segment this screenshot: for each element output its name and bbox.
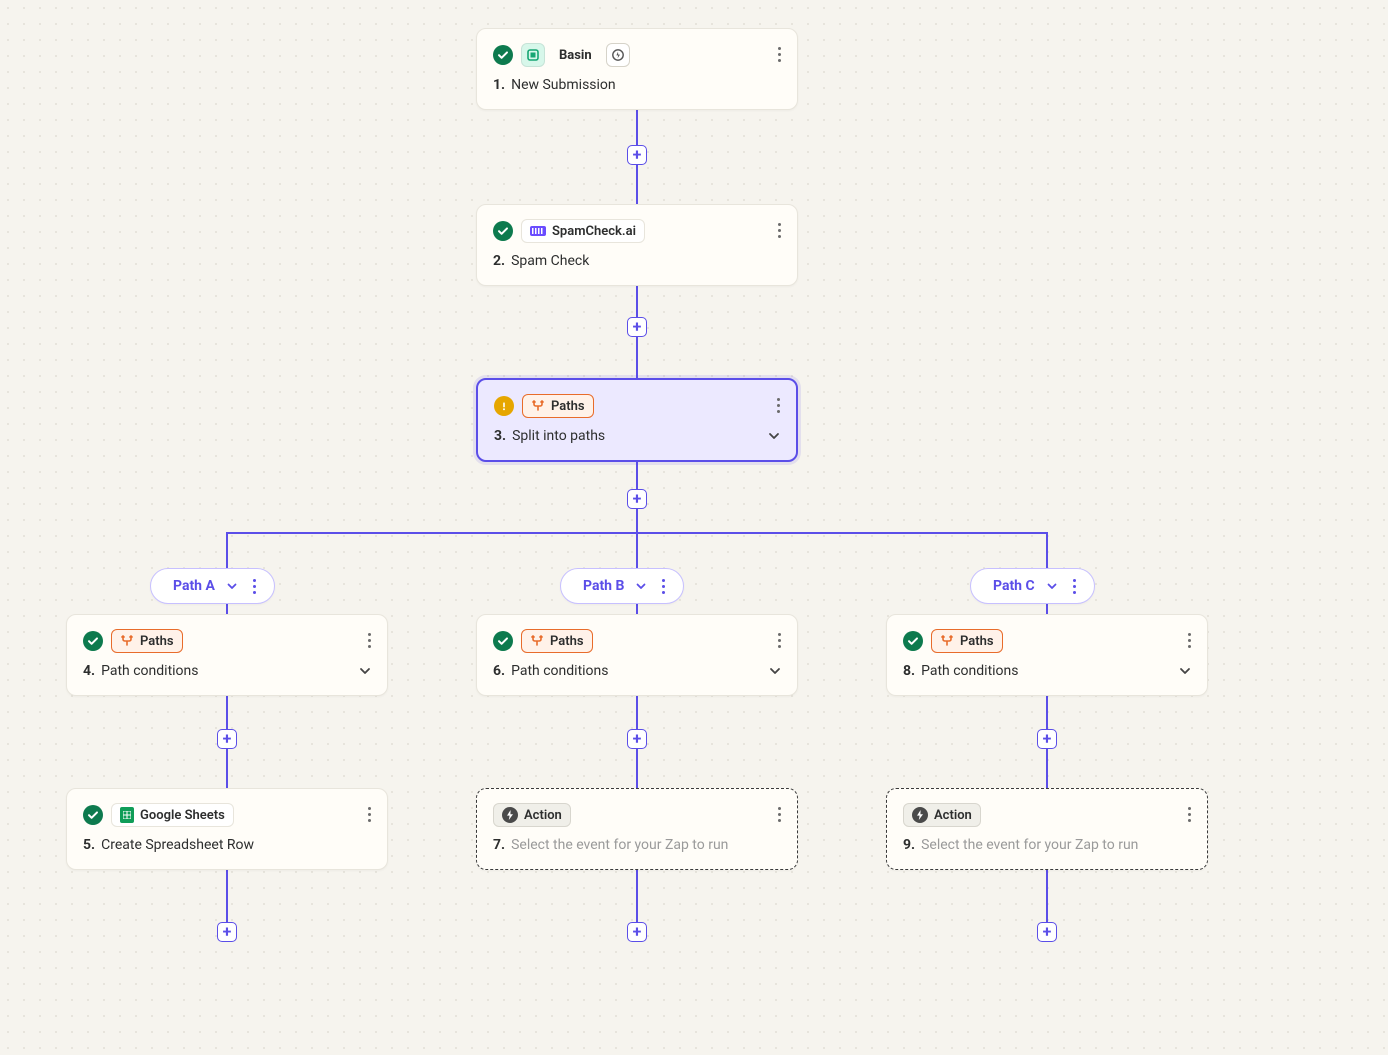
path-label: Path C [993, 578, 1035, 594]
step-title: New Submission [511, 77, 616, 93]
step-number: 3. [494, 428, 506, 444]
chevron-down-icon[interactable] [225, 579, 239, 593]
status-ok-icon [83, 805, 103, 825]
step-card-7-empty[interactable]: Action 7. Select the event for your Zap t… [476, 788, 798, 870]
step-number: 4. [83, 663, 95, 679]
paths-chip: Paths [521, 629, 593, 653]
chevron-down-icon[interactable] [1177, 663, 1193, 679]
add-step-button[interactable]: + [627, 145, 647, 165]
chevron-down-icon[interactable] [766, 428, 782, 444]
path-label: Path B [583, 578, 624, 594]
step-title: Spam Check [511, 253, 589, 269]
step-number: 6. [493, 663, 505, 679]
step-number: 2. [493, 253, 505, 269]
step-number: 5. [83, 837, 95, 853]
chevron-down-icon[interactable] [1045, 579, 1059, 593]
paths-icon [530, 634, 544, 648]
step-title: Path conditions [101, 663, 198, 679]
paths-icon [531, 399, 545, 413]
paths-icon [940, 634, 954, 648]
action-chip: Action [493, 803, 571, 827]
path-pill-a[interactable]: Path A [150, 568, 275, 604]
add-step-button[interactable]: + [627, 317, 647, 337]
path-pill-c[interactable]: Path C [970, 568, 1095, 604]
step-placeholder: Select the event for your Zap to run [921, 837, 1138, 853]
step-card-2[interactable]: SpamCheck.ai 2. Spam Check [476, 204, 798, 286]
step-title: Create Spreadsheet Row [101, 837, 254, 853]
connector [636, 532, 638, 570]
step-number: 8. [903, 663, 915, 679]
add-step-button[interactable]: + [627, 489, 647, 509]
step-card-1[interactable]: Basin 1. New Submission [476, 28, 798, 110]
step-menu-button[interactable] [773, 394, 784, 417]
connector [226, 604, 228, 614]
status-warning-icon [494, 396, 514, 416]
step-menu-button[interactable] [774, 803, 785, 826]
chevron-down-icon[interactable] [767, 663, 783, 679]
status-ok-icon [83, 631, 103, 651]
add-step-button[interactable]: + [627, 729, 647, 749]
step-menu-button[interactable] [364, 629, 375, 652]
status-ok-icon [493, 631, 513, 651]
step-card-6[interactable]: Paths 6. Path conditions [476, 614, 798, 696]
step-card-4[interactable]: Paths 4. Path conditions [66, 614, 388, 696]
trigger-icon [606, 43, 630, 67]
chevron-down-icon[interactable] [634, 579, 648, 593]
step-title: Path conditions [921, 663, 1018, 679]
add-step-button[interactable]: + [1037, 729, 1057, 749]
add-step-button[interactable]: + [217, 922, 237, 942]
step-title: Split into paths [512, 428, 605, 444]
action-chip: Action [903, 803, 981, 827]
step-title: Path conditions [511, 663, 608, 679]
connector [226, 532, 228, 570]
step-menu-button[interactable] [1184, 629, 1195, 652]
status-ok-icon [493, 221, 513, 241]
basin-app-icon [521, 43, 545, 67]
path-pill-b[interactable]: Path B [560, 568, 684, 604]
paths-icon [120, 634, 134, 648]
step-menu-button[interactable] [774, 219, 785, 242]
app-chip: Basin [553, 43, 598, 67]
app-chip: Google Sheets [111, 803, 234, 827]
path-menu-button[interactable] [658, 575, 669, 598]
step-menu-button[interactable] [774, 43, 785, 66]
paths-chip: Paths [522, 394, 594, 418]
path-menu-button[interactable] [249, 575, 260, 598]
add-step-button[interactable]: + [217, 729, 237, 749]
step-placeholder: Select the event for your Zap to run [511, 837, 728, 853]
step-card-9-empty[interactable]: Action 9. Select the event for your Zap t… [886, 788, 1208, 870]
step-menu-button[interactable] [1184, 803, 1195, 826]
step-card-8[interactable]: Paths 8. Path conditions [886, 614, 1208, 696]
add-step-button[interactable]: + [1037, 922, 1057, 942]
connector [1046, 604, 1048, 614]
step-card-3-selected[interactable]: Paths 3. Split into paths [476, 378, 798, 462]
path-menu-button[interactable] [1069, 575, 1080, 598]
path-label: Path A [173, 578, 215, 594]
app-chip: SpamCheck.ai [521, 219, 645, 243]
step-number: 9. [903, 837, 915, 853]
step-menu-button[interactable] [774, 629, 785, 652]
action-bolt-icon [502, 807, 518, 823]
status-ok-icon [903, 631, 923, 651]
connector [636, 604, 638, 614]
google-sheets-icon [120, 807, 134, 823]
step-number: 1. [493, 77, 505, 93]
paths-chip: Paths [931, 629, 1003, 653]
action-bolt-icon [912, 807, 928, 823]
connector [1046, 532, 1048, 570]
step-menu-button[interactable] [364, 803, 375, 826]
step-number: 7. [493, 837, 505, 853]
add-step-button[interactable]: + [627, 922, 647, 942]
status-ok-icon [493, 45, 513, 65]
chevron-down-icon[interactable] [357, 663, 373, 679]
step-card-5[interactable]: Google Sheets 5. Create Spreadsheet Row [66, 788, 388, 870]
paths-chip: Paths [111, 629, 183, 653]
spamcheck-app-icon [530, 226, 546, 236]
